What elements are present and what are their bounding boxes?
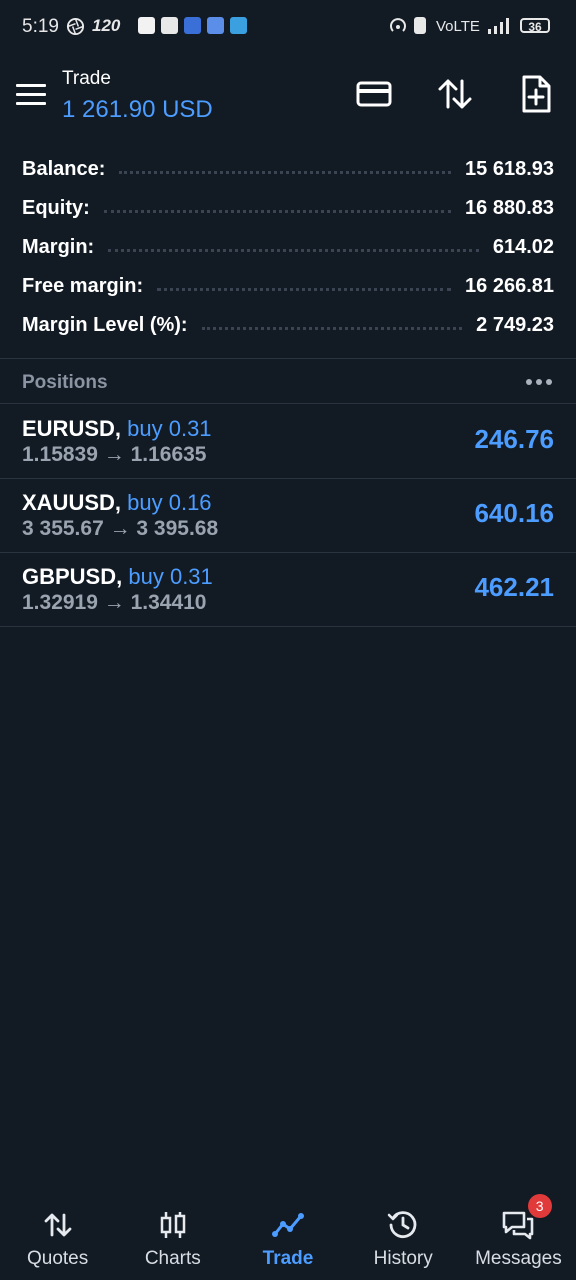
menu-line: [16, 102, 46, 105]
notification-icon: [138, 17, 155, 34]
free-margin-label: Free margin:: [22, 275, 144, 297]
equity-value: 16 880.83: [465, 197, 554, 219]
nav-history-label: History: [373, 1248, 433, 1269]
page-title: Trade: [62, 68, 111, 89]
position-side: buy 0.31: [128, 564, 213, 589]
margin-row: Margin: 614.02: [0, 228, 576, 267]
nav-messages[interactable]: 3 Messages: [461, 1194, 576, 1280]
margin-level-label: Margin Level (%):: [22, 314, 188, 336]
margin-level-row: Margin Level (%): 2 749.23: [0, 306, 576, 345]
nav-trade-label: Trade: [262, 1248, 314, 1269]
position-row-eurusd[interactable]: EURUSD, buy 0.31 1.15839 → 1.16635 246.7…: [0, 404, 576, 478]
card-icon[interactable]: [354, 74, 394, 114]
divider: [0, 626, 576, 627]
positions-header: Positions: [0, 359, 576, 403]
position-side: buy 0.31: [127, 416, 212, 441]
menu-line: [16, 93, 46, 96]
position-symbol: XAUUSD, buy 0.16: [22, 490, 212, 516]
margin-level-value: 2 749.23: [476, 314, 554, 336]
free-margin-row: Free margin: 16 266.81: [0, 267, 576, 306]
position-row-xauusd[interactable]: XAUUSD, buy 0.16 3 355.67 → 3 395.68 640…: [0, 478, 576, 552]
aperture-icon: [66, 17, 85, 36]
balance-value: 15 618.93: [465, 158, 554, 180]
candlestick-icon: [160, 1212, 186, 1238]
app-header: Trade 1 261.90 USD: [0, 54, 576, 144]
balance-row: Balance: 15 618.93: [0, 150, 576, 189]
menu-button[interactable]: [16, 84, 46, 106]
nav-history[interactable]: History: [346, 1196, 461, 1280]
dot-leader: [103, 210, 452, 213]
position-symbol: GBPUSD, buy 0.31: [22, 564, 213, 590]
status-bar: 5:19 120 VoLTE 36: [0, 0, 576, 54]
facebook-icon: [184, 17, 201, 34]
nav-trade[interactable]: Trade: [230, 1196, 345, 1280]
margin-value: 614.02: [492, 236, 554, 258]
menu-line: [16, 84, 46, 87]
balance-label: Balance:: [22, 158, 106, 180]
position-profit: 246.76: [474, 424, 554, 454]
profit-total: 1 261.90 USD: [62, 96, 213, 123]
dot-leader: [201, 327, 463, 330]
account-summary: Balance: 15 618.93 Equity: 16 880.83 Mar…: [0, 150, 576, 345]
equity-label: Equity:: [22, 197, 90, 219]
quotes-icon: [44, 1213, 71, 1237]
vibrate-icon: [414, 17, 426, 34]
hotspot-icon: [390, 18, 406, 32]
position-profit: 462.21: [474, 572, 554, 602]
trade-icon: [272, 1213, 304, 1237]
symbol-name: EURUSD,: [22, 416, 122, 441]
position-side: buy 0.16: [127, 490, 212, 515]
nav-quotes[interactable]: Quotes: [0, 1196, 115, 1280]
free-margin-value: 16 266.81: [465, 275, 554, 297]
new-order-icon[interactable]: [516, 74, 556, 114]
position-profit: 640.16: [474, 498, 554, 528]
equity-row: Equity: 16 880.83: [0, 189, 576, 228]
nav-charts-label: Charts: [144, 1248, 201, 1269]
margin-label: Margin:: [22, 236, 95, 258]
position-symbol: EURUSD, buy 0.31: [22, 416, 212, 442]
nav-messages-label: Messages: [475, 1248, 562, 1269]
dot-leader: [157, 288, 452, 291]
nav-quotes-label: Quotes: [26, 1248, 89, 1269]
position-prices: 1.32919 → 1.34410: [22, 591, 207, 614]
position-prices: 3 355.67 → 3 395.68: [22, 517, 219, 540]
telegram-icon: [230, 17, 247, 34]
messages-badge: 3: [527, 1194, 552, 1218]
refresh-rate: 120: [92, 16, 121, 35]
app-icon: [161, 17, 178, 34]
more-options-icon[interactable]: [526, 379, 552, 385]
nav-charts[interactable]: Charts: [115, 1196, 230, 1280]
sort-icon[interactable]: [435, 74, 475, 114]
dot-leader: [108, 249, 479, 252]
battery-indicator: 36: [520, 18, 550, 34]
positions-title: Positions: [22, 372, 108, 393]
history-icon: [387, 1211, 417, 1238]
bottom-nav: Quotes Charts Trade History 3 Messages: [0, 1194, 576, 1280]
symbol-name: GBPUSD,: [22, 564, 123, 589]
position-row-gbpusd[interactable]: GBPUSD, buy 0.31 1.32919 → 1.34410 462.2…: [0, 552, 576, 626]
status-time: 5:19: [22, 16, 59, 37]
position-prices: 1.15839 → 1.16635: [22, 443, 207, 466]
dot-leader: [119, 171, 452, 174]
network-type: VoLTE: [436, 18, 480, 35]
symbol-name: XAUUSD,: [22, 490, 122, 515]
signal-icon: [488, 18, 509, 34]
messenger-icon: [207, 17, 224, 34]
